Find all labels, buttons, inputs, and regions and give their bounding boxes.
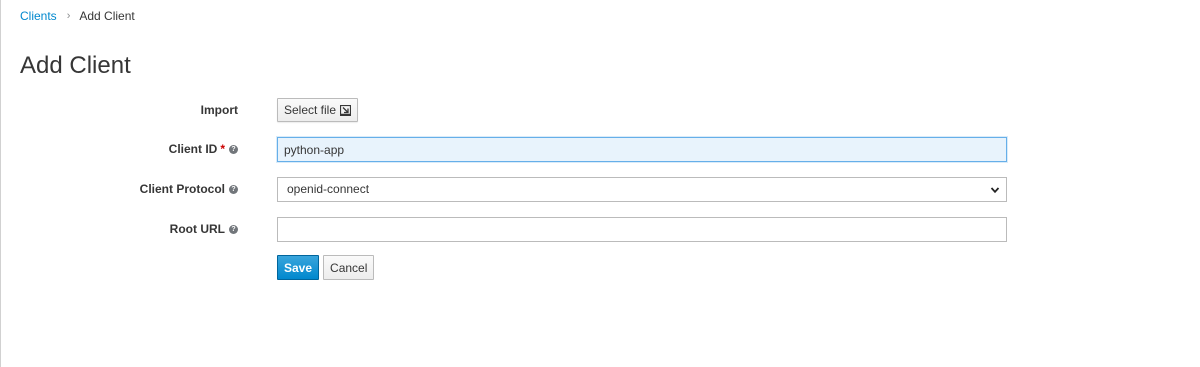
root-url-input[interactable] [277, 217, 1007, 242]
client-protocol-control: openid-connect [277, 177, 1007, 202]
form-actions-group: Save Cancel [277, 255, 375, 280]
client-id-input[interactable] [277, 137, 1007, 162]
root-url-control [277, 217, 1007, 242]
import-label: Import [201, 98, 238, 122]
client-protocol-label-text: Client Protocol [139, 182, 225, 196]
required-indicator: * [220, 142, 225, 156]
question-circle-icon[interactable]: ? [229, 144, 238, 154]
form-row-client-protocol: Client Protocol ? openid-connect [0, 177, 1200, 202]
breadcrumb-link-clients[interactable]: Clients [20, 8, 57, 24]
breadcrumb-separator: › [66, 10, 71, 22]
root-url-label-text: Root URL [169, 222, 225, 236]
question-circle-icon[interactable]: ? [229, 184, 238, 194]
select-file-button[interactable]: Select file [277, 98, 359, 122]
select-file-label: Select file [284, 103, 337, 117]
client-protocol-label: Client Protocol ? [140, 177, 238, 201]
breadcrumb: Clients › Add Client [20, 8, 135, 24]
file-import-icon [340, 104, 352, 116]
form-row-root-url: Root URL ? [0, 217, 1200, 242]
question-circle-icon[interactable]: ? [229, 224, 238, 234]
root-url-label: Root URL ? [170, 217, 238, 241]
page-title: Add Client [20, 52, 131, 79]
breadcrumb-current: Add Client [79, 9, 135, 23]
import-control: Select file [277, 98, 359, 122]
chevron-down-icon [990, 187, 1000, 194]
client-protocol-select[interactable]: openid-connect [277, 177, 1007, 202]
import-label-text: Import [200, 103, 238, 117]
form-row-import: Import Select file [0, 98, 1200, 122]
client-id-label-text: Client ID [168, 142, 218, 156]
form-actions: Save Cancel [0, 255, 1200, 280]
client-id-label: Client ID * ? [169, 137, 238, 161]
client-id-control [277, 137, 1007, 162]
save-button[interactable]: Save [277, 255, 320, 280]
client-protocol-selected: openid-connect [287, 182, 370, 196]
cancel-button[interactable]: Cancel [323, 255, 375, 280]
form-row-client-id: Client ID * ? [0, 137, 1200, 162]
